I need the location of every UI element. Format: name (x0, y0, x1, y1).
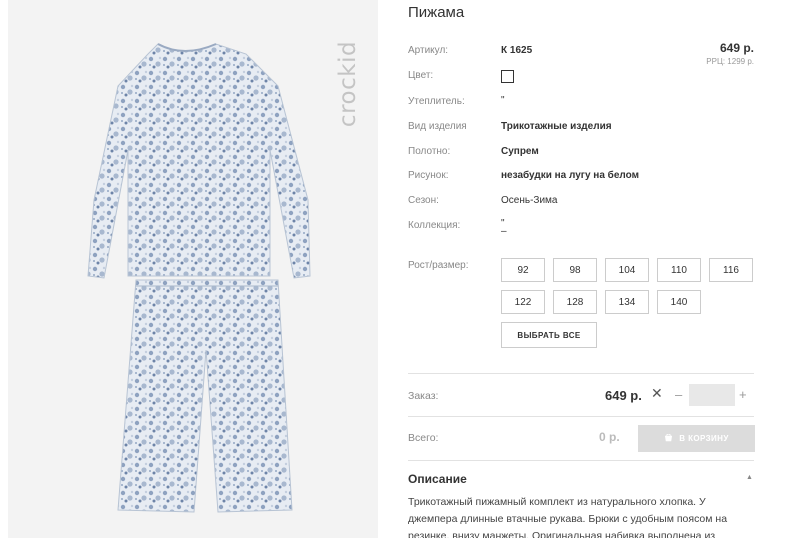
price: 649 р. (719, 41, 754, 55)
divider (408, 373, 754, 374)
total-value: 0 р. (599, 430, 620, 444)
pajama-illustration (87, 43, 311, 513)
cart-icon (665, 434, 673, 442)
size-option-128[interactable]: 128 (553, 290, 597, 314)
article-value: К 1625 (501, 45, 533, 56)
divider (408, 460, 754, 461)
collapse-arrow-icon[interactable]: ▲ (746, 474, 753, 481)
size-option-116[interactable]: 116 (709, 258, 753, 282)
select-all-button[interactable]: ВЫБРАТЬ ВСЕ (501, 322, 597, 348)
size-option-110[interactable]: 110 (657, 258, 701, 282)
color-swatch[interactable] (501, 70, 514, 83)
size-option-122[interactable]: 122 (501, 290, 545, 314)
color-label: Цвет: (408, 70, 434, 81)
divider (408, 416, 754, 417)
size-option-140[interactable]: 140 (657, 290, 701, 314)
page-title: Пижама (408, 4, 465, 21)
description-text: Трикотажный пижамный комплект из натурал… (408, 496, 728, 538)
season-label: Сезон: (408, 195, 439, 206)
insulation-label: Утеплитель: (408, 96, 465, 107)
order-price: 649 р. (605, 388, 642, 403)
brand-logo: crockid (332, 16, 364, 151)
type-label: Вид изделия (408, 121, 467, 132)
pattern-value: незабудки на лугу на белом (501, 170, 640, 181)
increment-button[interactable]: + (739, 387, 747, 402)
size-option-92[interactable]: 92 (501, 258, 545, 282)
article-label: Артикул: (408, 45, 449, 56)
rrp-price: РРЦ: 1299 р. (706, 57, 754, 66)
season-value: Осень-Зима (501, 195, 558, 206)
multiply-icon: ✕ (651, 385, 663, 401)
total-label: Всего: (408, 432, 439, 444)
cart-button-label: В КОРЗИНУ (679, 434, 729, 443)
order-label: Заказ: (408, 390, 439, 402)
pattern-label: Рисунок: (408, 170, 449, 181)
size-option-98[interactable]: 98 (553, 258, 597, 282)
add-to-cart-button[interactable]: В КОРЗИНУ (638, 425, 755, 452)
size-option-134[interactable]: 134 (605, 290, 649, 314)
type-value: Трикотажные изделия (501, 121, 612, 132)
collection-label: Коллекция: (408, 220, 461, 231)
collection-value-2: – (501, 226, 507, 237)
size-label: Рост/размер: (408, 260, 469, 271)
insulation-value: " (501, 95, 505, 106)
description-title[interactable]: Описание (408, 472, 467, 486)
quantity-input[interactable] (689, 384, 735, 406)
fabric-value: Супрем (501, 146, 539, 157)
decrement-button[interactable]: – (675, 387, 682, 402)
fabric-label: Полотно: (408, 146, 451, 157)
size-option-104[interactable]: 104 (605, 258, 649, 282)
product-photo: crockid (8, 0, 378, 538)
brand-text: crockid (335, 40, 361, 127)
